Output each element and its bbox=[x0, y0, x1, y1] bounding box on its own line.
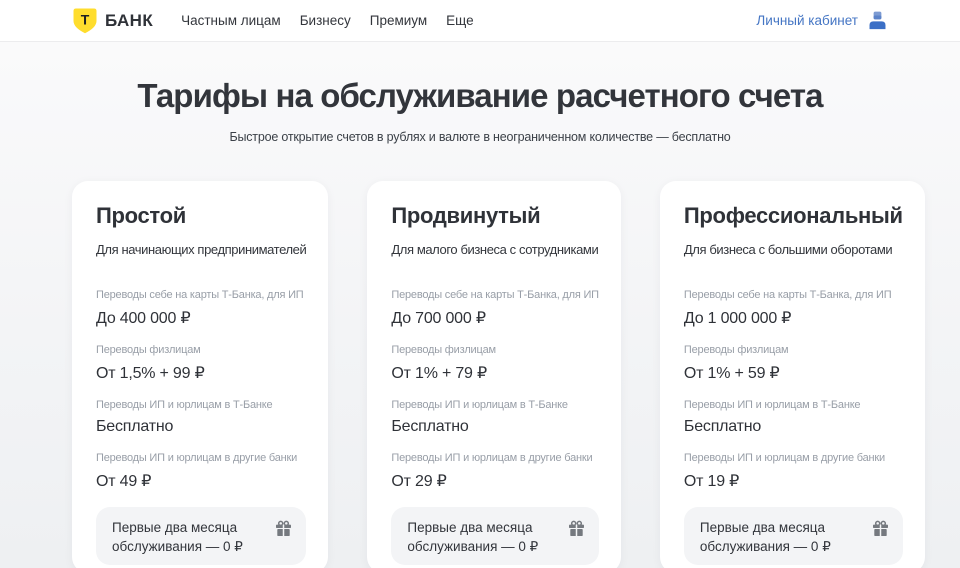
feature-value: До 1 000 000 ₽ bbox=[684, 308, 903, 328]
feature-row: Переводы ИП и юрлицам в Т-Банке Бесплатн… bbox=[684, 399, 903, 436]
feature-value: Бесплатно bbox=[96, 418, 306, 436]
feature-value: Бесплатно bbox=[684, 418, 903, 436]
personal-account-label[interactable]: Личный кабинет bbox=[756, 13, 858, 28]
feature-row: Переводы себе на карты Т-Банка, для ИП Д… bbox=[684, 289, 903, 328]
gift-icon bbox=[568, 520, 585, 537]
plan-name: Простой bbox=[96, 203, 306, 229]
plan-description: Для начинающих предпринимателей bbox=[96, 242, 306, 257]
feature-label: Переводы ИП и юрлицам в другие банки bbox=[684, 452, 903, 464]
plan-name: Продвинутый bbox=[391, 203, 599, 229]
feature-label: Переводы себе на карты Т-Банка, для ИП bbox=[391, 289, 599, 301]
promo-text: Первые два месяца обслуживания — 0 ₽ bbox=[407, 516, 557, 556]
promo-text: Первые два месяца обслуживания — 0 ₽ bbox=[700, 516, 850, 556]
feature-value: От 49 ₽ bbox=[96, 471, 306, 491]
logo-wordmark: БАНК bbox=[105, 11, 153, 31]
feature-value: От 1% + 59 ₽ bbox=[684, 363, 903, 383]
promo-text: Первые два месяца обслуживания — 0 ₽ bbox=[112, 516, 262, 556]
feature-label: Переводы физлицам bbox=[391, 344, 599, 356]
feature-value: До 700 000 ₽ bbox=[391, 308, 599, 328]
tariff-card-professionalnyy: Профессиональный Для бизнеса с большими … bbox=[660, 181, 925, 568]
plan-name: Профессиональный bbox=[684, 203, 903, 229]
tariffs-page-body: Тарифы на обслуживание расчетного счета … bbox=[0, 42, 960, 568]
tariff-card-prodvinutyy: Продвинутый Для малого бизнеса с сотрудн… bbox=[367, 181, 621, 568]
feature-row: Переводы физлицам От 1% + 79 ₽ bbox=[391, 344, 599, 383]
tariff-cards-row: Простой Для начинающих предпринимателей … bbox=[0, 181, 960, 568]
feature-label: Переводы ИП и юрлицам в другие банки bbox=[391, 452, 599, 464]
feature-label: Переводы ИП и юрлицам в Т-Банке bbox=[391, 399, 599, 411]
nav-item-private-clients[interactable]: Частным лицам bbox=[181, 13, 281, 28]
feature-value: От 1% + 79 ₽ bbox=[391, 363, 599, 383]
promo-badge: Первые два месяца обслуживания — 0 ₽ bbox=[391, 507, 599, 565]
top-navigation-bar: Т БАНК Частным лицам Бизнесу Премиум Еще… bbox=[0, 0, 960, 42]
nav-item-premium[interactable]: Премиум bbox=[370, 13, 427, 28]
feature-row: Переводы физлицам От 1,5% + 99 ₽ bbox=[96, 344, 306, 383]
page-title: Тарифы на обслуживание расчетного счета bbox=[0, 75, 960, 116]
main-nav: Частным лицам Бизнесу Премиум Еще bbox=[181, 13, 474, 28]
feature-label: Переводы физлицам bbox=[96, 344, 306, 356]
gift-icon bbox=[872, 520, 889, 537]
feature-value: До 400 000 ₽ bbox=[96, 308, 306, 328]
svg-text:Т: Т bbox=[81, 11, 90, 27]
feature-row: Переводы себе на карты Т-Банка, для ИП Д… bbox=[96, 289, 306, 328]
gift-icon bbox=[275, 520, 292, 537]
feature-row: Переводы ИП и юрлицам в другие банки От … bbox=[391, 452, 599, 491]
feature-row: Переводы физлицам От 1% + 59 ₽ bbox=[684, 344, 903, 383]
personal-account-link[interactable]: Личный кабинет bbox=[756, 10, 888, 31]
feature-label: Переводы себе на карты Т-Банка, для ИП bbox=[96, 289, 306, 301]
feature-label: Переводы физлицам bbox=[684, 344, 903, 356]
feature-value: От 29 ₽ bbox=[391, 471, 599, 491]
plan-description: Для бизнеса с большими оборотами bbox=[684, 242, 903, 257]
promo-badge: Первые два месяца обслуживания — 0 ₽ bbox=[684, 507, 903, 565]
feature-row: Переводы себе на карты Т-Банка, для ИП Д… bbox=[391, 289, 599, 328]
feature-label: Переводы ИП и юрлицам в Т-Банке bbox=[96, 399, 306, 411]
feature-row: Переводы ИП и юрлицам в другие банки От … bbox=[684, 452, 903, 491]
feature-label: Переводы себе на карты Т-Банка, для ИП bbox=[684, 289, 903, 301]
plan-description: Для малого бизнеса с сотрудниками bbox=[391, 242, 599, 257]
feature-label: Переводы ИП и юрлицам в Т-Банке bbox=[684, 399, 903, 411]
promo-badge: Первые два месяца обслуживания — 0 ₽ bbox=[96, 507, 306, 565]
feature-value: От 1,5% + 99 ₽ bbox=[96, 363, 306, 383]
person-icon[interactable] bbox=[867, 10, 888, 31]
tariff-card-prostoy: Простой Для начинающих предпринимателей … bbox=[72, 181, 328, 568]
tbank-shield-icon[interactable]: Т bbox=[72, 7, 98, 35]
hero-section: Тарифы на обслуживание расчетного счета … bbox=[0, 42, 960, 181]
page-subtitle: Быстрое открытие счетов в рублях и валют… bbox=[0, 130, 960, 144]
tbank-logo[interactable]: Т БАНК bbox=[72, 7, 153, 35]
nav-item-business[interactable]: Бизнесу bbox=[300, 13, 351, 28]
feature-label: Переводы ИП и юрлицам в другие банки bbox=[96, 452, 306, 464]
feature-value: Бесплатно bbox=[391, 418, 599, 436]
feature-row: Переводы ИП и юрлицам в Т-Банке Бесплатн… bbox=[96, 399, 306, 436]
feature-row: Переводы ИП и юрлицам в Т-Банке Бесплатн… bbox=[391, 399, 599, 436]
feature-value: От 19 ₽ bbox=[684, 471, 903, 491]
nav-item-more[interactable]: Еще bbox=[446, 13, 473, 28]
feature-row: Переводы ИП и юрлицам в другие банки От … bbox=[96, 452, 306, 491]
